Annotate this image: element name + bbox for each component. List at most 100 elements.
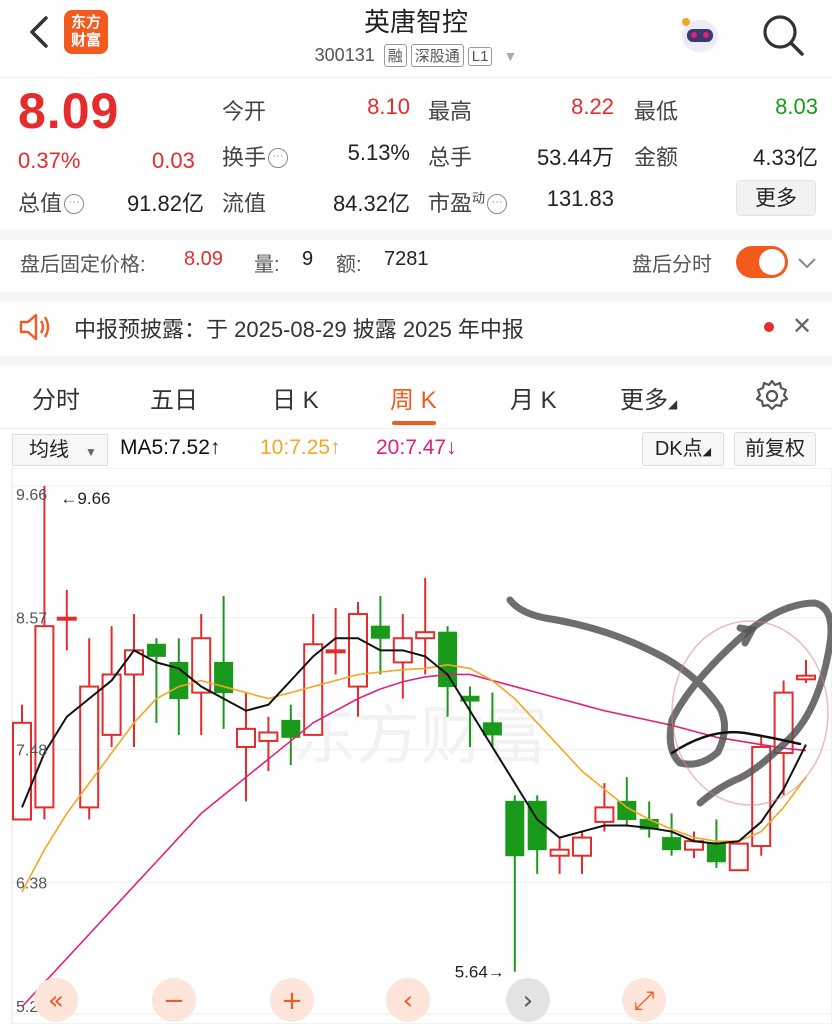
candle bbox=[505, 795, 525, 972]
after-hours-timeshare-label: 盘后分时 bbox=[632, 254, 712, 276]
candle bbox=[549, 837, 570, 874]
ma10-value: 10:7.25↑ bbox=[260, 436, 341, 459]
gear-icon[interactable] bbox=[754, 378, 790, 414]
candle bbox=[258, 716, 279, 772]
chevron-down-icon[interactable]: ▼ bbox=[503, 48, 517, 64]
high-value: 8.22 bbox=[571, 94, 614, 119]
amount-label: 金额 bbox=[634, 145, 679, 170]
more-quote-button[interactable]: 更多 bbox=[736, 180, 816, 216]
y-tick-label: 6.38 bbox=[16, 875, 47, 892]
y-tick-label: 7.48 bbox=[16, 742, 47, 759]
tab-more[interactable]: 更多◢ bbox=[620, 380, 677, 415]
adjust-button[interactable]: 前复权 bbox=[734, 432, 816, 466]
change-amount: 0.03 bbox=[152, 148, 195, 173]
after-hours-vol-label: 量: bbox=[254, 254, 280, 276]
volume-label: 总手 bbox=[428, 145, 473, 170]
svg-text:›: › bbox=[523, 986, 533, 1016]
candle bbox=[191, 614, 212, 735]
candle bbox=[392, 614, 413, 699]
max-price-marker: ←9.66 bbox=[60, 489, 110, 508]
after-hours-amt-label: 额: bbox=[336, 254, 362, 276]
after-hours-label: 盘后固定价格: bbox=[20, 254, 146, 276]
tab-daily-k[interactable]: 日 K bbox=[272, 380, 319, 415]
robot-assistant-icon[interactable] bbox=[676, 10, 724, 58]
candle bbox=[146, 638, 166, 723]
notice-text[interactable]: 中报预披露：于 2025-08-29 披露 2025 年中报 bbox=[74, 312, 524, 344]
candle bbox=[572, 831, 592, 874]
fullscreen-icon[interactable]: ⤢ bbox=[622, 978, 666, 1022]
active-tab-indicator bbox=[392, 421, 436, 425]
search-icon[interactable] bbox=[760, 12, 806, 58]
after-hours-vol: 9 bbox=[302, 248, 314, 270]
weekly-k-chart[interactable]: 东方财富 9.668.577.486.385.29 ←9.665.64→ «− +… bbox=[0, 468, 832, 1024]
tab-five-day[interactable]: 五日 bbox=[150, 380, 198, 415]
candle bbox=[303, 614, 324, 736]
after-hours-amt: 7281 bbox=[384, 248, 429, 270]
info-icon[interactable]: ··· bbox=[64, 194, 85, 214]
tab-intraday[interactable]: 分时 bbox=[32, 380, 80, 415]
min-price-marker: 5.64→ bbox=[455, 963, 505, 982]
ma5-value: MA5:7.52↑ bbox=[120, 436, 221, 459]
amount-value: 4.33亿 bbox=[753, 145, 818, 170]
volume-value: 53.44万 bbox=[536, 145, 614, 170]
speaker-icon bbox=[19, 313, 50, 341]
info-icon[interactable]: ··· bbox=[487, 194, 508, 214]
zoom-out-icon[interactable]: − bbox=[152, 978, 196, 1022]
tag-margin: 融 bbox=[383, 44, 407, 67]
candle bbox=[370, 595, 390, 675]
low-label: 最低 bbox=[634, 99, 679, 124]
chevron-down-icon[interactable] bbox=[796, 252, 818, 274]
tag-level: L1 bbox=[467, 47, 493, 66]
scroll-right-icon[interactable]: › bbox=[506, 978, 550, 1022]
y-tick-label: 8.57 bbox=[16, 611, 47, 628]
turnover-label: 换手 ··· bbox=[222, 140, 289, 172]
svg-text:‹: ‹ bbox=[403, 986, 413, 1016]
svg-text:−: − bbox=[163, 986, 185, 1016]
watermark: 东方财富 bbox=[292, 700, 548, 772]
low-value: 8.03 bbox=[775, 94, 818, 119]
open-value: 8.10 bbox=[367, 94, 410, 119]
candle bbox=[415, 577, 436, 675]
scroll-left-icon[interactable]: ‹ bbox=[386, 978, 430, 1022]
svg-text:«: « bbox=[48, 986, 64, 1016]
after-hours-price: 8.09 bbox=[184, 248, 223, 270]
float-value: 84.32亿 bbox=[332, 191, 410, 216]
svg-text:⤢: ⤢ bbox=[634, 986, 655, 1016]
mktcap-value: 91.82亿 bbox=[126, 191, 204, 216]
ma20-value: 20:7.47↓ bbox=[376, 436, 457, 459]
info-icon[interactable]: ··· bbox=[268, 148, 289, 168]
candle bbox=[594, 783, 615, 832]
pe-label: 市盈动 ··· bbox=[428, 186, 508, 218]
tab-weekly-k[interactable]: 周 K bbox=[390, 380, 437, 415]
mktcap-label: 总值 ··· bbox=[18, 186, 85, 218]
zoom-out-fast-icon[interactable]: « bbox=[34, 978, 78, 1022]
candle bbox=[751, 734, 772, 856]
candle bbox=[12, 704, 32, 821]
ma-select[interactable]: 均线 ▼ bbox=[12, 434, 108, 466]
zoom-in-icon[interactable]: + bbox=[270, 978, 314, 1022]
candle bbox=[214, 595, 234, 729]
candle bbox=[796, 659, 816, 683]
candle bbox=[124, 614, 144, 747]
stock-code: 300131 bbox=[314, 45, 375, 65]
divider bbox=[0, 230, 832, 240]
y-tick-label: 9.66 bbox=[16, 487, 47, 504]
change-percent: 0.37% bbox=[18, 148, 81, 173]
last-price: 8.09 bbox=[18, 83, 120, 139]
divider bbox=[0, 428, 832, 429]
svg-text:+: + bbox=[281, 986, 303, 1016]
after-hours-toggle[interactable] bbox=[736, 246, 788, 278]
divider bbox=[0, 356, 832, 366]
candle bbox=[527, 795, 547, 874]
pe-value: 131.83 bbox=[546, 186, 614, 211]
candle bbox=[56, 589, 77, 651]
close-icon[interactable]: ✕ bbox=[792, 312, 812, 341]
tab-monthly-k[interactable]: 月 K bbox=[510, 380, 557, 415]
open-label: 今开 bbox=[222, 99, 267, 124]
dk-point-button[interactable]: DK点◢ bbox=[642, 432, 724, 466]
float-label: 流值 bbox=[222, 191, 267, 216]
turnover-value: 5.13% bbox=[347, 140, 410, 165]
unread-dot bbox=[764, 322, 774, 332]
candle bbox=[728, 842, 749, 872]
divider bbox=[0, 292, 832, 302]
